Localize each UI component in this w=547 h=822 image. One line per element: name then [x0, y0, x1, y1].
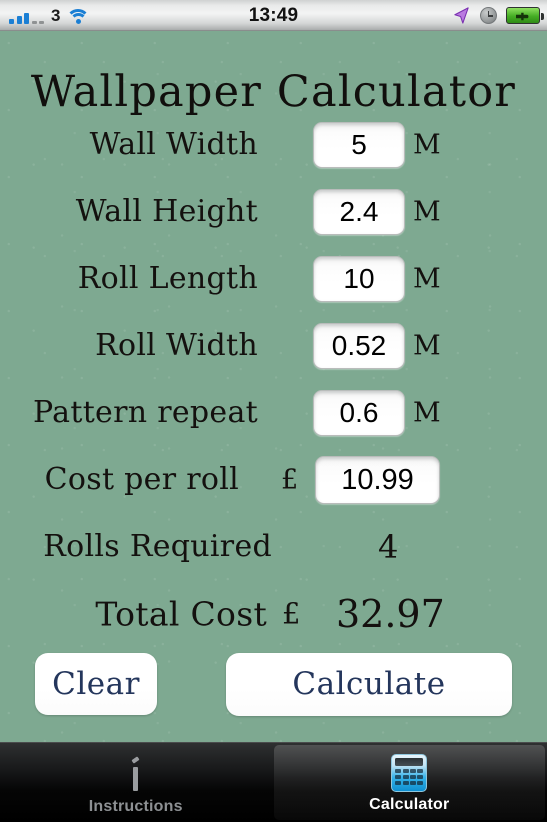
battery-charging-icon	[506, 7, 544, 24]
calculator-screen: Wallpaper Calculator Wall Width 5 M Wall…	[0, 31, 547, 742]
status-bar-right	[452, 0, 544, 31]
label-pattern-repeat: Pattern repeat	[33, 395, 258, 430]
tab-instructions[interactable]: Instructions	[0, 743, 272, 822]
row-wall-width: Wall Width 5 M	[0, 117, 547, 173]
unit-wall-width: M	[413, 129, 441, 161]
clear-button[interactable]: Clear	[35, 653, 157, 715]
page-title: Wallpaper Calculator	[30, 67, 517, 117]
label-roll-length: Roll Length	[77, 261, 258, 296]
input-roll-length[interactable]: 10	[313, 256, 405, 302]
tab-bar: Instructions Calculator	[0, 742, 547, 822]
calculator-icon	[387, 753, 431, 793]
alarm-clock-icon	[480, 7, 497, 24]
currency-total-cost: £	[282, 596, 301, 631]
status-bar: 3 13:49	[0, 0, 547, 31]
value-pattern-repeat: 0.6	[339, 397, 379, 428]
input-wall-width[interactable]: 5	[313, 122, 405, 168]
info-icon	[114, 755, 158, 795]
clear-button-label: Clear	[52, 665, 140, 702]
currency-cost-per-roll: £	[281, 464, 299, 496]
value-roll-width: 0.52	[331, 330, 387, 361]
input-cost-per-roll[interactable]: 10.99	[315, 456, 440, 504]
value-wall-width: 5	[351, 129, 367, 160]
row-roll-width: Roll Width 0.52 M	[0, 318, 547, 374]
label-cost-per-roll: Cost per roll	[44, 462, 239, 497]
input-wall-height[interactable]: 2.4	[313, 189, 405, 235]
label-wall-height: Wall Height	[75, 194, 258, 229]
charging-plug-icon	[516, 12, 529, 20]
tab-calculator[interactable]: Calculator	[273, 745, 545, 820]
calculate-button[interactable]: Calculate	[226, 653, 512, 716]
label-total-cost: Total Cost	[95, 594, 267, 634]
calculate-button-label: Calculate	[292, 666, 446, 702]
row-total-cost: Total Cost £ 32.97	[0, 583, 547, 645]
value-wall-height: 2.4	[339, 196, 379, 227]
label-wall-width: Wall Width	[89, 127, 258, 162]
unit-roll-length: M	[413, 263, 441, 295]
phone-screen: 3 13:49 Wallpaper Calculator Wall Width …	[0, 0, 547, 822]
input-roll-width[interactable]: 0.52	[313, 323, 405, 369]
row-rolls-required: Rolls Required 4	[0, 519, 547, 575]
location-arrow-icon	[454, 7, 469, 24]
row-wall-height: Wall Height 2.4 M	[0, 184, 547, 240]
unit-pattern-repeat: M	[413, 397, 441, 429]
unit-roll-width: M	[413, 330, 441, 362]
tab-calculator-label: Calculator	[369, 796, 450, 813]
tab-instructions-label: Instructions	[88, 798, 183, 815]
label-roll-width: Roll Width	[95, 328, 258, 363]
input-pattern-repeat[interactable]: 0.6	[313, 390, 405, 436]
row-pattern-repeat: Pattern repeat 0.6 M	[0, 385, 547, 441]
value-total-cost: 32.97	[336, 592, 445, 636]
row-cost-per-roll: Cost per roll £ 10.99	[0, 452, 547, 508]
unit-wall-height: M	[413, 196, 441, 228]
value-cost-per-roll: 10.99	[341, 463, 414, 496]
value-roll-length: 10	[343, 263, 375, 294]
row-roll-length: Roll Length 10 M	[0, 251, 547, 307]
label-rolls-required: Rolls Required	[43, 529, 272, 564]
value-rolls-required: 4	[378, 528, 399, 566]
